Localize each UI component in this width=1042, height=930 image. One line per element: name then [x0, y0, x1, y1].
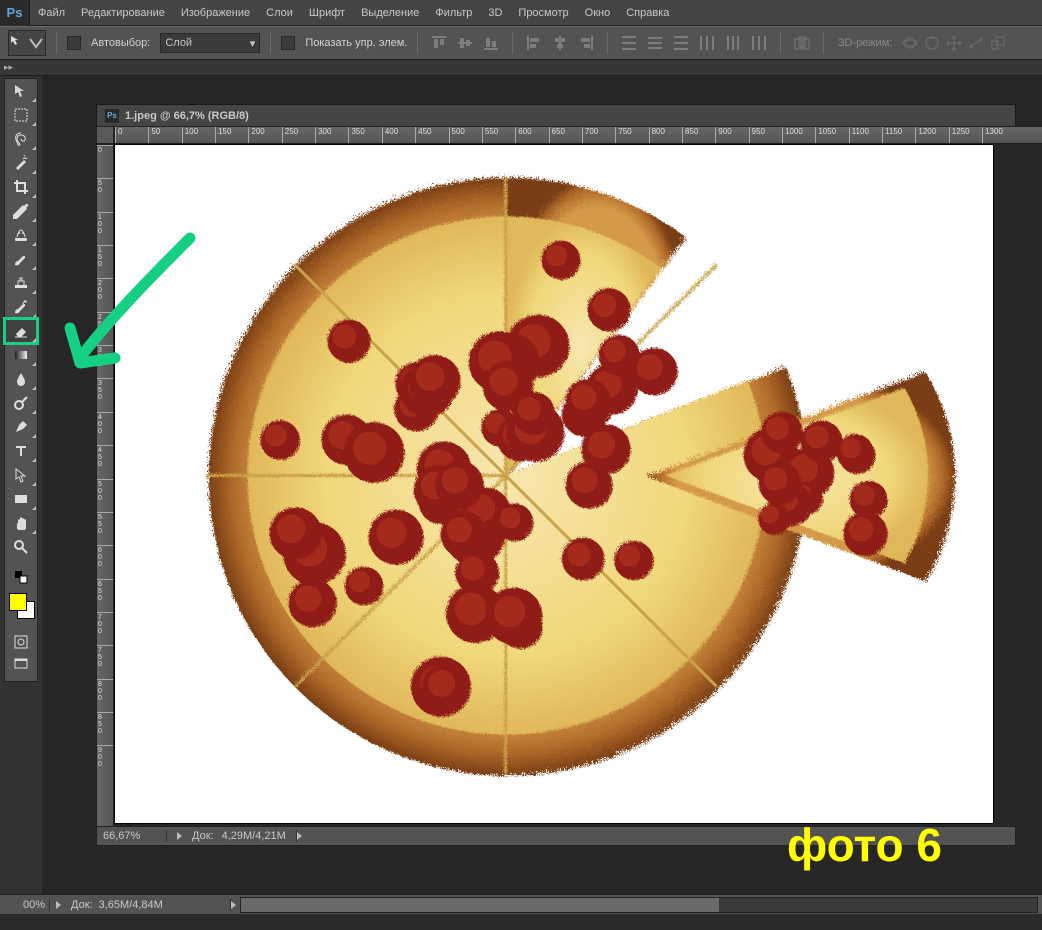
- distribute-top-icon[interactable]: [618, 32, 640, 54]
- document-window: Ps 1.jpeg @ 66,7% (RGB/8) 05010015020025…: [96, 104, 1016, 126]
- align-group-2: [523, 32, 597, 54]
- scrollbar-thumb[interactable]: [241, 898, 719, 912]
- doc-info-label: Док:: [192, 830, 214, 842]
- path-select-tool[interactable]: [5, 463, 37, 487]
- eyedropper-tool[interactable]: [5, 199, 37, 223]
- options-bar: Автовыбор: Слой ▾ Показать упр. элем. 3D…: [0, 26, 1042, 60]
- align-vcenter-icon[interactable]: [454, 32, 476, 54]
- zoom-tool[interactable]: [5, 535, 37, 559]
- panel-dock-stripe: ▸▸: [0, 60, 1042, 76]
- distribute-group: [618, 32, 770, 54]
- magic-wand-tool[interactable]: [5, 151, 37, 175]
- align-hcenter-icon[interactable]: [549, 32, 571, 54]
- distribute-hcenter-icon[interactable]: [722, 32, 744, 54]
- auto-select-label: Автовыбор:: [91, 37, 150, 49]
- align-top-icon[interactable]: [428, 32, 450, 54]
- outer-zoom-display[interactable]: 00%: [0, 899, 50, 911]
- hand-tool[interactable]: [5, 511, 37, 535]
- distribute-bottom-icon[interactable]: [670, 32, 692, 54]
- 3d-mode-label: 3D-режим:: [838, 37, 892, 49]
- auto-select-checkbox[interactable]: [67, 36, 81, 50]
- lasso-tool[interactable]: [5, 127, 37, 151]
- screen-mode-button[interactable]: [5, 653, 37, 675]
- align-bottom-icon[interactable]: [480, 32, 502, 54]
- expand-panels-icon[interactable]: ▸▸: [4, 62, 13, 73]
- brush-tool[interactable]: [5, 247, 37, 271]
- vertical-ruler[interactable]: 05 01 0 01 5 02 0 02 5 03 0 03 5 04 0 04…: [96, 144, 114, 844]
- canvas-content-image: [115, 145, 993, 823]
- horizontal-scrollbar[interactable]: [240, 897, 1038, 913]
- eraser-tool[interactable]: [5, 319, 37, 343]
- 3d-roll-icon[interactable]: [924, 35, 940, 51]
- chevron-right-icon[interactable]: [231, 901, 236, 909]
- outer-doc-info-value: 3,65M/4,84M: [99, 899, 163, 911]
- document-tab[interactable]: Ps 1.jpeg @ 66,7% (RGB/8): [96, 104, 1016, 126]
- ruler-origin[interactable]: [96, 126, 114, 144]
- canvas[interactable]: [114, 144, 994, 824]
- menu-edit[interactable]: Редактирование: [73, 0, 173, 26]
- app-logo-icon: Ps: [0, 0, 30, 26]
- clone-stamp-tool[interactable]: [5, 271, 37, 295]
- show-transform-label: Показать упр. элем.: [305, 37, 407, 49]
- doc-zoom-display[interactable]: 66,67%: [97, 830, 167, 842]
- gradient-tool[interactable]: [5, 343, 37, 367]
- menu-view[interactable]: Просмотр: [510, 0, 576, 26]
- healing-brush-tool[interactable]: [5, 223, 37, 247]
- dodge-tool[interactable]: [5, 391, 37, 415]
- foreground-color-swatch[interactable]: [9, 593, 27, 611]
- auto-align-group: [791, 32, 813, 54]
- rect-marquee-tool[interactable]: [5, 103, 37, 127]
- default-colors-icon[interactable]: [5, 565, 37, 589]
- workspace-area: Ps 1.jpeg @ 66,7% (RGB/8) 05010015020025…: [42, 76, 1042, 894]
- menu-layers[interactable]: Слои: [258, 0, 301, 26]
- outer-status-bar: 00% Док: 3,65M/4,84M: [0, 894, 1042, 914]
- color-swatches[interactable]: [5, 591, 37, 625]
- distribute-vcenter-icon[interactable]: [644, 32, 666, 54]
- 3d-slide-icon[interactable]: [968, 35, 984, 51]
- distribute-right-icon[interactable]: [748, 32, 770, 54]
- menu-type[interactable]: Шрифт: [301, 0, 353, 26]
- doc-info-value: 4,29M/4,21M: [222, 830, 286, 842]
- menu-file[interactable]: Файл: [30, 0, 73, 26]
- move-tool-icon: [10, 35, 26, 51]
- active-tool-indicator[interactable]: [8, 30, 46, 56]
- align-group-1: [428, 32, 502, 54]
- menu-bar: Ps Файл Редактирование Изображение Слои …: [0, 0, 1042, 26]
- toolbox: [4, 78, 38, 682]
- 3d-scale-icon[interactable]: [990, 35, 1006, 51]
- 3d-orbit-icon[interactable]: [902, 35, 918, 51]
- annotation-label: фото 6: [787, 818, 942, 872]
- align-left-icon[interactable]: [523, 32, 545, 54]
- history-brush-tool[interactable]: [5, 295, 37, 319]
- menu-window[interactable]: Окно: [577, 0, 619, 26]
- auto-align-icon[interactable]: [791, 32, 813, 54]
- crop-tool[interactable]: [5, 175, 37, 199]
- horizontal-ruler[interactable]: 0501001502002503003504004505005506006507…: [114, 126, 1042, 144]
- chevron-right-icon[interactable]: [297, 832, 302, 840]
- menu-help[interactable]: Справка: [618, 0, 677, 26]
- menu-image[interactable]: Изображение: [173, 0, 258, 26]
- pen-tool[interactable]: [5, 415, 37, 439]
- rectangle-shape-tool[interactable]: [5, 487, 37, 511]
- type-tool[interactable]: [5, 439, 37, 463]
- blur-tool[interactable]: [5, 367, 37, 391]
- auto-select-value: Слой: [165, 37, 192, 49]
- align-right-icon[interactable]: [575, 32, 597, 54]
- show-transform-checkbox[interactable]: [281, 36, 295, 50]
- quick-mask-mode-button[interactable]: [5, 631, 37, 653]
- 3d-mode-icons: [902, 35, 1006, 51]
- auto-select-dropdown[interactable]: Слой ▾: [160, 33, 260, 53]
- distribute-left-icon[interactable]: [696, 32, 718, 54]
- document-title: 1.jpeg @ 66,7% (RGB/8): [125, 110, 249, 122]
- footer-strip: [0, 914, 1042, 930]
- menu-select[interactable]: Выделение: [353, 0, 427, 26]
- ps-doc-icon: Ps: [105, 109, 119, 123]
- 3d-pan-icon[interactable]: [946, 35, 962, 51]
- chevron-down-icon: [28, 35, 44, 51]
- move-tool[interactable]: [5, 79, 37, 103]
- chevron-down-icon: ▾: [250, 37, 256, 50]
- menu-3d[interactable]: 3D: [480, 0, 510, 26]
- outer-doc-info-label: Док:: [71, 899, 93, 911]
- menu-filter[interactable]: Фильтр: [427, 0, 480, 26]
